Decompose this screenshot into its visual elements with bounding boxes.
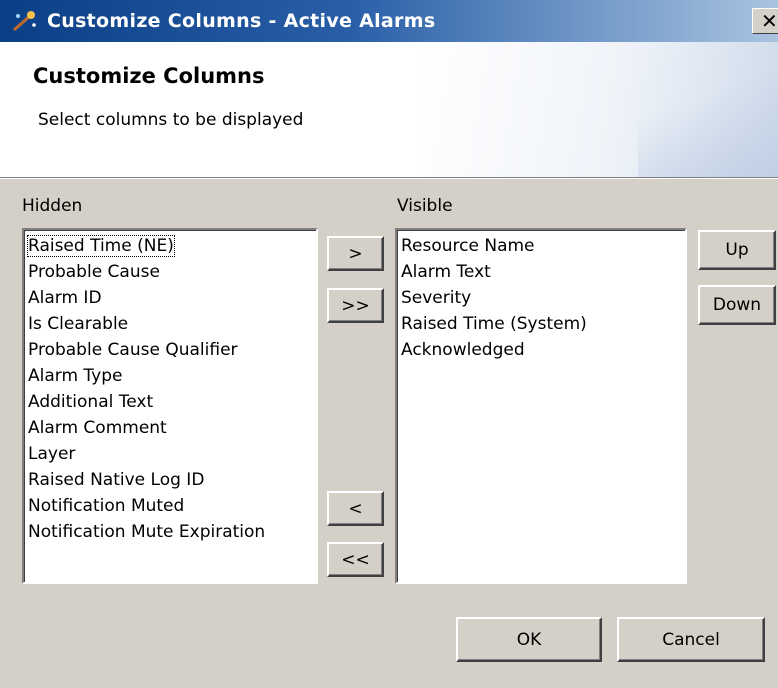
list-item[interactable]: Alarm Comment	[28, 415, 316, 441]
dialog-subtitle: Select columns to be displayed	[38, 110, 304, 130]
ok-button[interactable]: OK	[456, 617, 602, 662]
title-bar[interactable]: Customize Columns - Active Alarms ✕	[0, 0, 778, 42]
wand-icon	[13, 11, 36, 32]
list-item[interactable]: Layer	[28, 441, 316, 467]
visible-label: Visible	[397, 196, 453, 216]
remove-column-button[interactable]: <	[327, 491, 384, 526]
list-item[interactable]: Additional Text	[28, 389, 316, 415]
list-item[interactable]: Alarm ID	[28, 285, 316, 311]
remove-all-columns-button[interactable]: <<	[327, 542, 384, 577]
close-button[interactable]: ✕	[752, 8, 778, 34]
header-banner: Customize Columns Select columns to be d…	[0, 42, 778, 178]
list-item[interactable]: Probable Cause Qualifier	[28, 337, 316, 363]
list-item[interactable]: Alarm Text	[401, 259, 685, 285]
window-title: Customize Columns - Active Alarms	[47, 10, 436, 32]
close-icon: ✕	[761, 9, 778, 33]
add-all-columns-button[interactable]: >>	[327, 288, 384, 323]
dialog-heading: Customize Columns	[33, 64, 265, 88]
list-item[interactable]: Severity	[401, 285, 685, 311]
banner-divider	[0, 178, 778, 179]
list-item[interactable]: Resource Name	[401, 233, 685, 259]
hidden-columns-list[interactable]: Raised Time (NE) Probable Cause Alarm ID…	[22, 228, 318, 584]
move-up-button[interactable]: Up	[698, 230, 776, 270]
list-item[interactable]: Is Clearable	[28, 311, 316, 337]
move-down-button[interactable]: Down	[698, 285, 776, 325]
list-item[interactable]: Probable Cause	[28, 259, 316, 285]
list-item[interactable]: Raised Time (System)	[401, 311, 685, 337]
banner-decoration-accent	[638, 72, 778, 177]
list-item[interactable]: Notification Mute Expiration	[28, 519, 316, 545]
hidden-label: Hidden	[22, 196, 83, 216]
cancel-button[interactable]: Cancel	[617, 617, 765, 662]
list-item[interactable]: Acknowledged	[401, 337, 685, 363]
add-column-button[interactable]: >	[327, 236, 384, 271]
list-item[interactable]: Notification Muted	[28, 493, 316, 519]
list-item[interactable]: Raised Time (NE)	[27, 233, 316, 259]
list-item[interactable]: Raised Native Log ID	[28, 467, 316, 493]
list-item[interactable]: Alarm Type	[28, 363, 316, 389]
visible-columns-list[interactable]: Resource Name Alarm Text Severity Raised…	[395, 228, 687, 584]
